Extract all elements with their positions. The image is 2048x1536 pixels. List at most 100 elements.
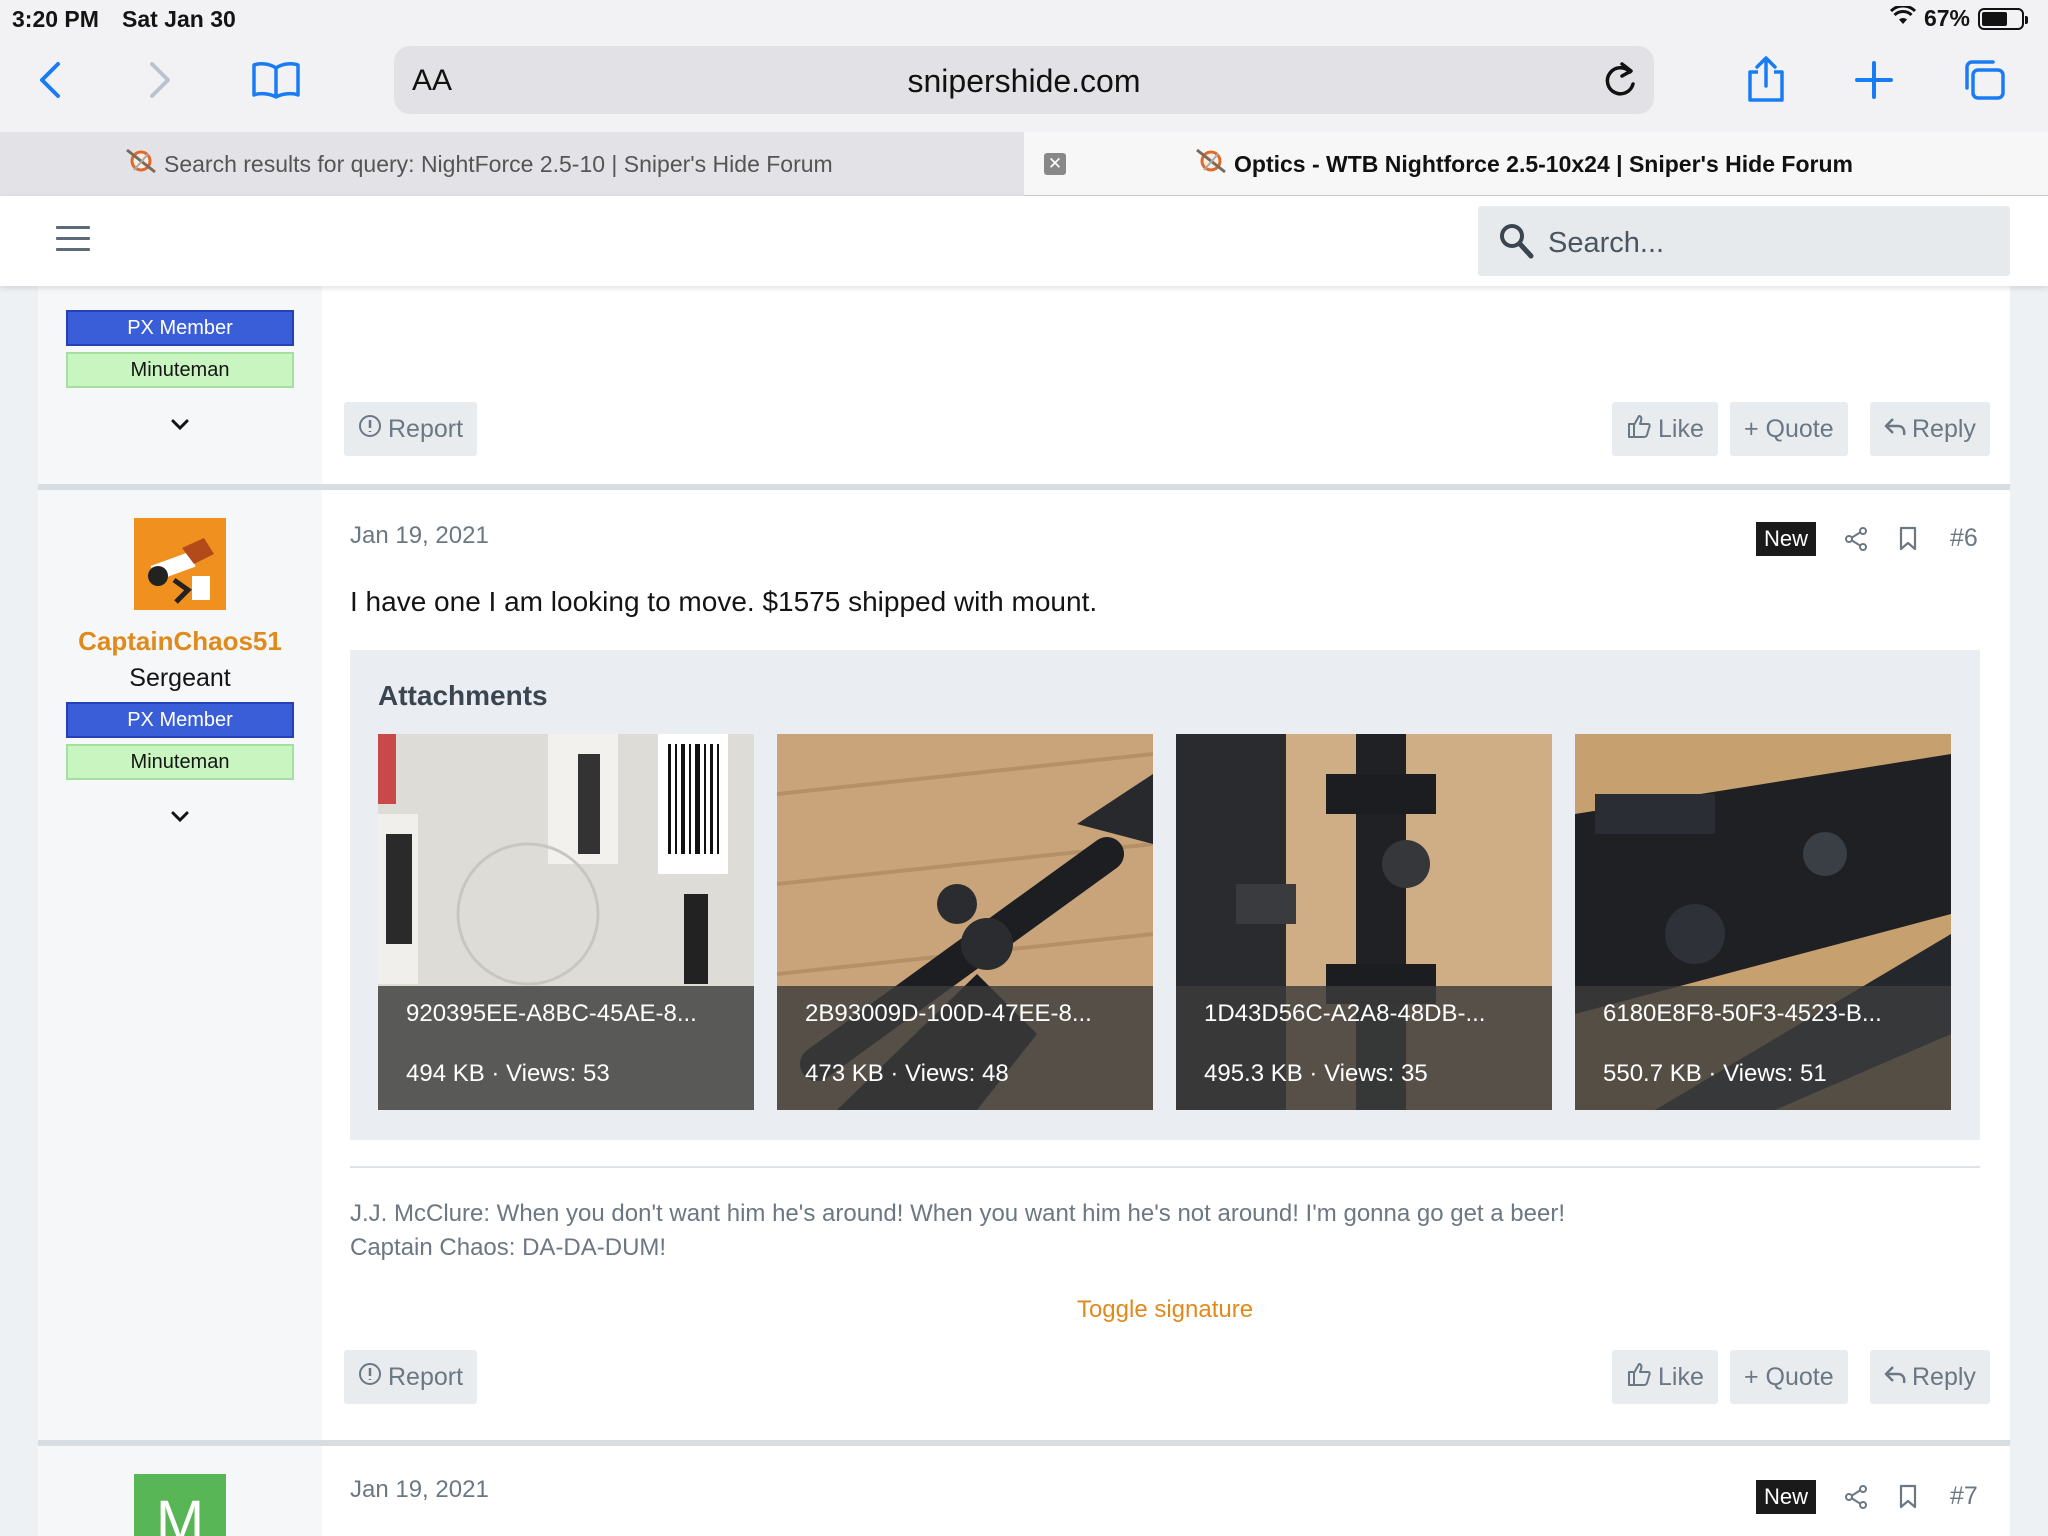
share-post-icon[interactable] — [1844, 1484, 1868, 1515]
attachment-caption: 1D43D56C-A2A8-48DB-... 495.3 KB · Views:… — [1176, 986, 1552, 1110]
user-title: Sergeant — [129, 664, 231, 692]
avatar[interactable] — [134, 518, 226, 610]
attachments-block: Attachments 920395EE-A8BC-45AE-8... 494 … — [350, 650, 1980, 1140]
report-label: Report — [388, 414, 464, 443]
new-tab-icon[interactable] — [1844, 50, 1904, 110]
bookmark-icon[interactable] — [1898, 1484, 1918, 1515]
username-link[interactable]: CaptainChaos51 — [38, 626, 322, 657]
attachment-caption: 2B93009D-100D-47EE-8... 473 KB · Views: … — [777, 986, 1153, 1110]
report-icon — [358, 1362, 382, 1393]
px-member-badge: PX Member — [66, 310, 294, 346]
minuteman-badge: Minuteman — [66, 352, 294, 388]
signature-line: J.J. McClure: When you don't want him he… — [350, 1200, 1565, 1227]
close-tab-icon[interactable]: ✕ — [1044, 153, 1066, 175]
chevron-down-icon[interactable] — [166, 810, 194, 838]
attachment-meta: 473 KB · Views: 48 — [805, 1060, 1009, 1087]
reply-label: Reply — [1912, 1362, 1976, 1391]
tab-title: Search results for query: NightForce 2.5… — [164, 150, 833, 177]
back-icon[interactable] — [20, 50, 80, 110]
like-label: Like — [1658, 1362, 1704, 1391]
quote-button[interactable]: + Quote — [1730, 402, 1848, 456]
attachment-meta: 550.7 KB · Views: 51 — [1603, 1060, 1827, 1087]
forum-header: Search... — [0, 196, 2048, 286]
battery-percent: 67% — [1923, 5, 1970, 31]
post-7: M Jan 19, 2021 New #7 — [38, 1446, 2010, 1536]
quote-label: + Quote — [1744, 1362, 1834, 1391]
bookmark-icon[interactable] — [1898, 526, 1918, 557]
report-button[interactable]: Report — [344, 402, 478, 456]
attachment-thumbnail[interactable]: 1D43D56C-A2A8-48DB-... 495.3 KB · Views:… — [1176, 734, 1552, 1110]
post-message: I have one I am looking to move. $1575 s… — [350, 586, 1098, 617]
status-time: 3:20 PM — [12, 6, 99, 32]
tab-search-results[interactable]: Search results for query: NightForce 2.5… — [0, 132, 1024, 196]
user-sidebar: M — [38, 1446, 322, 1536]
thumbs-up-icon — [1626, 413, 1652, 446]
report-label: Report — [388, 1362, 464, 1391]
forward-icon[interactable] — [130, 50, 190, 110]
px-member-badge: PX Member — [66, 702, 294, 738]
battery-icon — [1978, 7, 2028, 30]
attachment-filename: 6180E8F8-50F3-4523-B... — [1603, 1000, 1882, 1027]
share-post-icon[interactable] — [1844, 526, 1868, 557]
search-icon — [1498, 222, 1534, 265]
signature-line: Captain Chaos: DA-DA-DUM! — [350, 1234, 667, 1261]
quote-button[interactable]: + Quote — [1730, 1350, 1848, 1404]
user-sidebar: CaptainChaos51 Sergeant PX Member Minute… — [38, 490, 322, 1440]
thumbs-up-icon — [1626, 1361, 1652, 1394]
report-icon — [358, 414, 382, 445]
reply-icon — [1884, 415, 1906, 444]
new-badge: New — [1756, 522, 1817, 556]
reply-label: Reply — [1912, 414, 1976, 443]
tab-optics-thread[interactable]: Optics - WTB Nightforce 2.5-10x24 | Snip… — [1024, 132, 2048, 196]
wifi-icon — [1889, 4, 1917, 32]
tabs-overview-icon[interactable] — [1954, 50, 2014, 110]
attachment-filename: 920395EE-A8BC-45AE-8... — [406, 1000, 697, 1027]
bookmarks-icon[interactable] — [246, 50, 306, 110]
search-placeholder: Search... — [1548, 227, 1665, 259]
post-6: CaptainChaos51 Sergeant PX Member Minute… — [38, 490, 2010, 1440]
reply-icon — [1884, 1363, 1906, 1392]
attachment-thumbnail[interactable]: 6180E8F8-50F3-4523-B... 550.7 KB · Views… — [1575, 734, 1951, 1110]
browser-toolbar: AA snipershide.com — [0, 38, 2048, 132]
post-date[interactable]: Jan 19, 2021 — [350, 1476, 489, 1504]
attachment-thumbnail[interactable]: 920395EE-A8BC-45AE-8... 494 KB · Views: … — [378, 734, 754, 1110]
status-right: 67% — [1889, 4, 2028, 32]
tab-bar: Search results for query: NightForce 2.5… — [0, 132, 2048, 196]
attachment-filename: 1D43D56C-A2A8-48DB-... — [1204, 1000, 1486, 1027]
address-bar[interactable]: AA snipershide.com — [394, 46, 1654, 114]
status-bar: 3:20 PM Sat Jan 30 67% — [0, 0, 2048, 38]
minuteman-badge: Minuteman — [66, 744, 294, 780]
search-input[interactable]: Search... — [1478, 206, 2010, 276]
attachment-filename: 2B93009D-100D-47EE-8... — [805, 1000, 1092, 1027]
like-button[interactable]: Like — [1612, 402, 1718, 456]
share-icon[interactable] — [1736, 50, 1796, 110]
attachment-caption: 920395EE-A8BC-45AE-8... 494 KB · Views: … — [378, 986, 754, 1110]
user-sidebar: PX Member Minuteman — [38, 286, 322, 484]
like-button[interactable]: Like — [1612, 1350, 1718, 1404]
quote-label: + Quote — [1744, 414, 1834, 443]
new-badge: New — [1756, 1480, 1817, 1514]
url-text: snipershide.com — [907, 63, 1141, 99]
attachment-meta: 495.3 KB · Views: 35 — [1204, 1060, 1428, 1087]
status-date: Sat Jan 30 — [122, 6, 236, 32]
attachment-meta: 494 KB · Views: 53 — [406, 1060, 610, 1087]
post-number[interactable]: #7 — [1950, 1482, 1978, 1511]
like-label: Like — [1658, 414, 1704, 443]
reply-button[interactable]: Reply — [1870, 1350, 1990, 1404]
report-button[interactable]: Report — [344, 1350, 478, 1404]
avatar[interactable]: M — [134, 1474, 226, 1536]
tab-title: Optics - WTB Nightforce 2.5-10x24 | Snip… — [1234, 150, 1853, 177]
reply-button[interactable]: Reply — [1870, 402, 1990, 456]
attachments-title: Attachments — [378, 680, 548, 711]
post-previous: PX Member Minuteman Report Like + Quote … — [38, 286, 2010, 484]
attachment-thumbnail[interactable]: 2B93009D-100D-47EE-8... 473 KB · Views: … — [777, 734, 1153, 1110]
reload-icon[interactable] — [1602, 60, 1638, 105]
attachment-caption: 6180E8F8-50F3-4523-B... 550.7 KB · Views… — [1575, 986, 1951, 1110]
menu-icon[interactable] — [56, 226, 90, 259]
chevron-down-icon[interactable] — [166, 418, 194, 446]
signature-divider — [350, 1166, 1980, 1168]
toggle-signature-link[interactable]: Toggle signature — [350, 1296, 1980, 1324]
site-favicon-icon — [124, 146, 158, 182]
post-number[interactable]: #6 — [1950, 524, 1978, 553]
post-date[interactable]: Jan 19, 2021 — [350, 522, 489, 550]
